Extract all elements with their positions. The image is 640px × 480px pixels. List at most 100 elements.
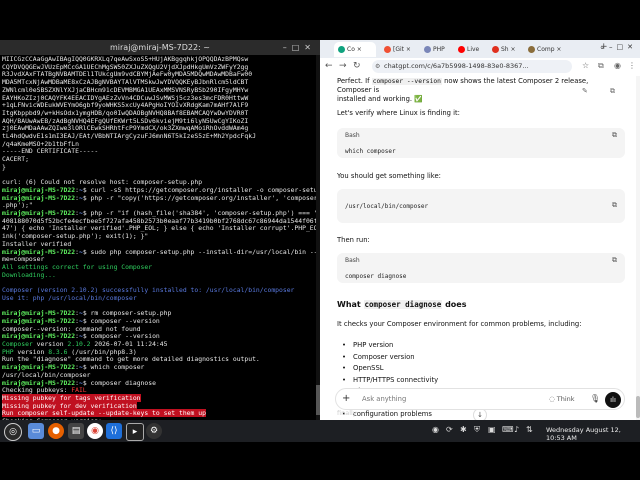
list-item: PHP version — [342, 340, 438, 352]
chat-content: Perfect. If composer --version now shows… — [320, 76, 640, 420]
firefox-icon[interactable]: ● — [48, 423, 64, 439]
terminal-icon[interactable]: ▸ — [126, 423, 144, 441]
intro-text: Perfect. If composer --version now shows… — [337, 77, 589, 103]
browser-window: + ⌄–□✕ Co ×[Git ×PHP ×Live ×Sh ×Comp × ←… — [320, 40, 640, 420]
tab-label: Live — [467, 46, 480, 53]
browser-tab[interactable]: PHP × — [420, 42, 450, 68]
settings-icon[interactable]: ⚙ — [146, 423, 162, 439]
terminal-line: Use it: php /usr/local/bin/composer — [2, 293, 314, 303]
copy-code-icon[interactable]: ⧉ — [612, 201, 617, 210]
chat-input[interactable]: + Ask anything ◌ Think 🎙 ılı — [335, 388, 625, 410]
tab-close-icon[interactable]: × — [555, 46, 561, 53]
terminal-titlebar: miraj@miraj-MS-7D22: ~ –□✕ — [0, 40, 320, 55]
start-menu-icon[interactable]: ◎ — [4, 423, 22, 441]
edit-icon[interactable]: ✎ — [582, 87, 588, 96]
browser-window-controls[interactable]: ⌄–□✕ — [599, 43, 637, 51]
forward-icon[interactable]: → — [339, 61, 347, 71]
keyboard-icon[interactable]: ⌨ — [502, 425, 514, 434]
bottom-black-bar — [0, 442, 640, 480]
terminal-text: $ composer diagnose — [82, 378, 156, 387]
terminal-line: CACERT; — [2, 155, 314, 164]
code-line: which composer — [345, 148, 396, 155]
terminal-text: $ php -r "copy('https://getcomposer.org/… — [82, 193, 316, 202]
list-item: HTTP/HTTPS connectivity — [342, 375, 438, 387]
tab-favicon-icon — [492, 46, 499, 53]
tab-bar: + ⌄–□✕ Co ×[Git ×PHP ×Live ×Sh ×Comp × — [320, 40, 640, 68]
network-icon[interactable]: ⇅ — [526, 425, 533, 434]
tab-favicon-icon — [458, 46, 465, 53]
plus-icon[interactable]: + — [342, 393, 350, 404]
terminal-line: miraj@miraj-MS-7D22:~$ sudo php composer… — [2, 247, 316, 257]
tab-label: PHP — [433, 46, 445, 53]
code-block-diagnose: Bash ⧉ composer diagnose — [337, 253, 625, 283]
tab-favicon-icon — [338, 46, 345, 53]
tab-favicon-icon — [528, 46, 535, 53]
bluetooth-icon[interactable]: ✱ — [460, 425, 467, 434]
menu-icon[interactable]: ⋮ — [628, 61, 636, 70]
terminal-title: miraj@miraj-MS-7D22: ~ — [110, 43, 210, 52]
profile-icon[interactable]: ◉ — [614, 61, 621, 70]
terminal-text: Use it: php /usr/local/bin/composer — [2, 293, 137, 302]
code-line: /usr/local/bin/composer — [345, 203, 429, 210]
copy-code-icon[interactable]: ⧉ — [612, 256, 617, 265]
terminal-text: $ sudo php composer-setup.php --install-… — [82, 247, 316, 256]
browser-tab[interactable]: Co × — [334, 42, 376, 57]
browser-tab[interactable]: Live × — [454, 42, 484, 68]
chrome-tray-icon[interactable]: ◉ — [432, 425, 439, 434]
mic-icon[interactable]: 🎙 — [590, 394, 600, 403]
tab-label: Co — [347, 46, 355, 53]
clock[interactable]: Wednesday August 12, 10:53 AM — [546, 426, 640, 442]
terminal-line: } — [2, 163, 314, 172]
folder-icon[interactable]: ▤ — [68, 423, 84, 439]
scrollbar-thumb[interactable] — [636, 396, 640, 418]
list-item: Composer version — [342, 352, 438, 364]
volume-icon[interactable]: ♪ — [514, 425, 519, 434]
faded-text: finally — [337, 409, 357, 417]
copy-icon[interactable]: ⧉ — [610, 87, 615, 96]
terminal-window[interactable]: miraj@miraj-MS-7D22: ~ –□✕ MIICGzCCAaGgA… — [0, 40, 320, 420]
tab-label: Comp — [537, 46, 555, 53]
taskbar: ◎ ▭ ● ▤ ◉ ⟨⟩ ▸ ⚙ ◉ ⟳ ✱ ⛨ ▣ ⌨ ♪ ⇅ Wednesd… — [0, 420, 640, 442]
window-controls[interactable]: –□✕ — [283, 40, 316, 55]
list-item: OpenSSL — [342, 363, 438, 375]
tab-close-icon[interactable]: × — [404, 46, 411, 53]
tab-close-icon[interactable]: × — [355, 46, 362, 53]
chrome-icon[interactable]: ◉ — [87, 423, 103, 439]
browser-tab[interactable]: Comp × — [524, 42, 566, 57]
tab-label: [Git — [393, 46, 405, 53]
code-language: Bash — [345, 132, 360, 139]
copy-code-icon[interactable]: ⧉ — [612, 131, 617, 140]
terminal-output[interactable]: MIICGzCCAaGgAwIBAgIQQ0GKRXLq7qeAwSxoS5+H… — [0, 55, 316, 420]
back-icon[interactable]: ← — [325, 61, 333, 71]
url-field[interactable]: ⚙ chatgpt.com/c/6a7b5998-1498-83e0-8367.… — [372, 60, 572, 73]
browser-tab[interactable]: [Git × — [380, 42, 416, 57]
tab-label: Sh — [501, 46, 509, 53]
terminal-line: miraj@miraj-MS-7D22:~$ php -r "copy('htt… — [2, 193, 316, 203]
browser-scrollbar[interactable] — [636, 76, 640, 420]
code-block-path: ⧉ /usr/local/bin/composer — [337, 189, 625, 223]
workspace-icon[interactable]: ▣ — [488, 425, 496, 434]
terminal-text: $ which composer — [82, 363, 145, 372]
update-tray-icon[interactable]: ⟳ — [446, 425, 453, 434]
terminal-text: Missing pubkey for tags verification — [2, 393, 141, 402]
terminal-text: Downloading... — [2, 270, 56, 279]
reload-icon[interactable]: ↻ — [353, 61, 361, 71]
see-text: You should get something like: — [337, 172, 441, 180]
think-button[interactable]: ◌ Think — [549, 395, 575, 403]
browser-tab[interactable]: Sh × — [488, 42, 520, 57]
files-icon[interactable]: ▭ — [28, 423, 44, 439]
verify-text: Let's verify where Linux is finding it: — [337, 109, 460, 117]
bookmark-star-icon[interactable]: ☆ — [582, 61, 589, 70]
extensions-icon[interactable]: ⧉ — [598, 61, 604, 71]
voice-mode-icon[interactable]: ılı — [605, 392, 621, 408]
checks-text: It checks your Composer environment for … — [337, 320, 582, 328]
site-info-icon[interactable]: ⚙ — [375, 60, 380, 73]
vscode-icon[interactable]: ⟨⟩ — [106, 423, 122, 439]
tab-favicon-icon — [384, 46, 391, 53]
section-heading: What composer diagnose does — [337, 300, 467, 309]
terminal-text: CACERT; — [2, 155, 29, 164]
shield-icon[interactable]: ⛨ — [474, 425, 480, 435]
tab-close-icon[interactable]: × — [509, 46, 516, 53]
then-text: Then run: — [337, 236, 370, 244]
code-block-which: Bash ⧉ which composer — [337, 128, 625, 158]
